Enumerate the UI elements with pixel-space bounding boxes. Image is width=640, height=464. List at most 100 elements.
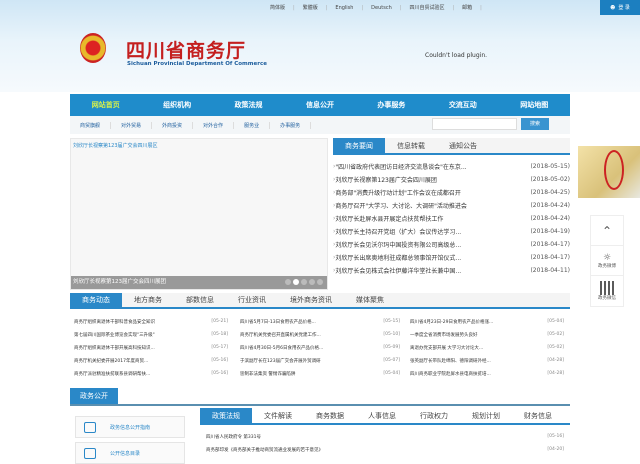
- top-link[interactable]: Deutsch: [371, 5, 392, 11]
- item-title[interactable]: 张英副厅长带队赴绵阳、德阳调研外经...: [410, 358, 491, 364]
- tab[interactable]: 媒体聚焦: [344, 293, 396, 307]
- list-item[interactable]: 第七届四川国际茶业博览会实现"三升级" [05-18]: [74, 328, 234, 341]
- subnav-item[interactable]: 服务业: [234, 121, 271, 129]
- item-title[interactable]: 四川商务职业学院赴屏水县电商扶贫培...: [410, 371, 491, 377]
- tab[interactable]: 财务信息: [512, 408, 564, 423]
- nav-item[interactable]: 组织机构: [141, 100, 212, 110]
- item-title[interactable]: 商务厅机关纪委开展2017年度商贸...: [74, 358, 148, 364]
- top-link[interactable]: 四川自贸试验区: [409, 4, 444, 11]
- tab[interactable]: 商务要闻: [333, 138, 385, 153]
- list-item[interactable]: 商务厅组织离退休干部科普食品安全知识 [05-21]: [74, 315, 234, 328]
- list-item[interactable]: 于滨副厅长在123届广交会开展外贸调研 [05-07]: [240, 354, 406, 367]
- slide-dot[interactable]: [301, 279, 307, 285]
- item-title[interactable]: 四川省4月30日-5月6日食用农产品价格...: [240, 345, 323, 351]
- tab[interactable]: 行政权力: [408, 408, 460, 423]
- tab[interactable]: 政策法规: [200, 408, 252, 423]
- list-item[interactable]: 四川省5月7日-13日食用农产品价格... [05-15]: [240, 315, 406, 328]
- item-title[interactable]: 四川省5月7日-13日食用农产品价格...: [240, 319, 316, 325]
- search-button[interactable]: 搜索: [521, 118, 549, 130]
- site-title[interactable]: 四川省商务厅: [126, 36, 246, 63]
- item-title[interactable]: 商务厅组织离退休干部开展高科技知识...: [74, 345, 155, 351]
- wechat-link[interactable]: 政务微信: [591, 276, 623, 306]
- list-item[interactable]: › "四川省政府代表团访日经济交流恳谈会"在东京... (2018-05-15): [333, 160, 570, 173]
- subnav-item[interactable]: 对外合作: [193, 121, 235, 129]
- login-button[interactable]: ☻ 登 录: [600, 0, 640, 15]
- item-title[interactable]: 惩制非法集资 警惕诈骗陷阱: [240, 371, 295, 377]
- list-item[interactable]: 四川省人民政府令 第331号 [05-16]: [206, 430, 570, 443]
- list-item[interactable]: 一季度全省消费市场发展势头良好 [05-02]: [410, 328, 570, 341]
- item-title[interactable]: 四川省人民政府令 第331号: [206, 434, 261, 440]
- item-title[interactable]: 刘欣厅长出席奥地利驻成都总领事馆开馆仪式...: [335, 253, 530, 262]
- list-item[interactable]: 张英副厅长带队赴绵阳、德阳调研外经... [04-28]: [410, 354, 570, 367]
- slide-dot[interactable]: [293, 279, 299, 285]
- item-title[interactable]: 刘欣厅长赴屏水县开展定点扶贫帮扶工作: [335, 214, 530, 223]
- top-link[interactable]: 繁體版: [303, 4, 318, 11]
- item-title[interactable]: 商务厅召开"大学习、大讨论、大调研"活动推进会: [335, 201, 530, 210]
- top-link[interactable]: 简体版: [270, 4, 285, 11]
- item-title[interactable]: 刘欣厅长会见沃尔玛中国投资有限公司高级总...: [335, 240, 530, 249]
- list-item[interactable]: › 刘欣厅长赴屏水县开展定点扶贫帮扶工作 (2018-04-24): [333, 212, 570, 225]
- weibo-link[interactable]: ☼ 政务微博: [591, 246, 623, 276]
- subnav-item[interactable]: 对外贸易: [111, 121, 153, 129]
- tab[interactable]: 规划计划: [460, 408, 512, 423]
- list-item[interactable]: 商务厅机关党委召开直属机关党建工作... [05-10]: [240, 328, 406, 341]
- item-title[interactable]: 刘欣厅长主持召开党组（扩大）会议传达学习...: [335, 227, 530, 236]
- item-title[interactable]: 商务厅组织离退休干部科普食品安全知识: [74, 319, 155, 325]
- item-title[interactable]: 刘欣厅长视察第123届广交会四川展团: [335, 175, 530, 184]
- list-item[interactable]: 商务厅机关纪委开展2017年度商贸... [05-16]: [74, 354, 234, 367]
- slide-dot[interactable]: [317, 279, 323, 285]
- tab[interactable]: 文件解读: [252, 408, 304, 423]
- item-title[interactable]: 刘欣厅长会见株式会社伊藤洋华堂社长兼中国...: [335, 266, 530, 275]
- item-title[interactable]: 离退办党支部开展 大学习大讨论大...: [410, 345, 483, 351]
- list-item[interactable]: › 刘欣厅长视察第123届广交会四川展团 (2018-05-02): [333, 173, 570, 186]
- subnav-item[interactable]: 办事服务: [270, 121, 312, 129]
- item-title[interactable]: 一季度全省消费市场发展势头良好: [410, 332, 478, 338]
- search-input[interactable]: [432, 118, 517, 130]
- tab[interactable]: 通知公告: [437, 138, 489, 153]
- item-title[interactable]: 四川省4月23日-29日食用农产品价格涨...: [410, 319, 493, 325]
- tab[interactable]: 境外商务资讯: [278, 293, 344, 307]
- item-title[interactable]: "四川省政府代表团访日经济交流恳谈会"在东京...: [335, 162, 530, 171]
- tab[interactable]: 部数信息: [174, 293, 226, 307]
- nav-item[interactable]: 办事服务: [356, 100, 427, 110]
- top-link[interactable]: 邮箱: [462, 4, 472, 11]
- news-slideshow[interactable]: 刘欣厅长视察第123届广交会四川展区 刘欣厅长视察第123届广交会四川展团: [70, 138, 328, 290]
- subnav-item[interactable]: 外商投资: [152, 121, 194, 129]
- slide-caption[interactable]: 刘欣厅长视察第123届广交会四川展区: [73, 142, 158, 149]
- list-item[interactable]: › 刘欣厅长会见沃尔玛中国投资有限公司高级总... (2018-04-17): [333, 238, 570, 251]
- item-title[interactable]: 商务厅派驻精准扶贫联系县调研帮扶...: [74, 371, 150, 377]
- top-link[interactable]: English: [335, 5, 353, 11]
- list-item[interactable]: 惩制非法集资 警惕诈骗陷阱 [05-04]: [240, 367, 406, 380]
- list-item[interactable]: 商务厅组织离退休干部开展高科技知识... [05-17]: [74, 341, 234, 354]
- item-title[interactable]: 第七届四川国际茶业博览会实现"三升级": [74, 332, 155, 338]
- item-title[interactable]: 商务部"消费升级行动计划"工作会议在成都召开: [335, 188, 530, 197]
- tab[interactable]: 地方商务: [122, 293, 174, 307]
- list-item[interactable]: › 刘欣厅长会见株式会社伊藤洋华堂社长兼中国... (2018-04-11): [333, 264, 570, 277]
- tab[interactable]: 信息转载: [385, 138, 437, 153]
- tab[interactable]: 商务数据: [304, 408, 356, 423]
- ad-banner-image[interactable]: [578, 146, 640, 198]
- list-item[interactable]: › 刘欣厅长主持召开党组（扩大）会议传达学习... (2018-04-19): [333, 225, 570, 238]
- list-item[interactable]: 离退办党支部开展 大学习大讨论大... [05-02]: [410, 341, 570, 354]
- nav-item[interactable]: 信息公开: [284, 100, 355, 110]
- tab[interactable]: 商务动态: [70, 293, 122, 307]
- tab[interactable]: 人事信息: [356, 408, 408, 423]
- subnav-item[interactable]: 商贸旗舰: [70, 121, 112, 129]
- list-item[interactable]: › 刘欣厅长出席奥地利驻成都总领事馆开馆仪式... (2018-04-17): [333, 251, 570, 264]
- list-item[interactable]: 商务厅派驻精准扶贫联系县调研帮扶... [05-16]: [74, 367, 234, 380]
- item-title[interactable]: 于滨副厅长在123届广交会开展外贸调研: [240, 358, 321, 364]
- slide-title[interactable]: 刘欣厅长视察第123届广交会四川展团: [73, 279, 166, 285]
- nav-item[interactable]: 政策法规: [213, 100, 284, 110]
- nav-item[interactable]: 网站地图: [499, 100, 570, 110]
- list-item[interactable]: 四川省4月23日-29日食用农产品价格涨... [05-04]: [410, 315, 570, 328]
- item-title[interactable]: 商务厅机关党委召开直属机关党建工作...: [240, 332, 321, 338]
- side-link-guide[interactable]: 政务信息公开指南: [75, 416, 185, 438]
- slide-dot[interactable]: [285, 279, 291, 285]
- list-item[interactable]: 四川省4月30日-5月6日食用农产品价格... [05-09]: [240, 341, 406, 354]
- slide-dot[interactable]: [309, 279, 315, 285]
- nav-item[interactable]: 网站首页: [70, 100, 141, 110]
- tab[interactable]: 行业资讯: [226, 293, 278, 307]
- list-item[interactable]: 四川商务职业学院赴屏水县电商扶贫培... [04-28]: [410, 367, 570, 380]
- back-to-top-button[interactable]: ⌃: [591, 216, 623, 246]
- nav-item[interactable]: 交流互动: [427, 100, 498, 110]
